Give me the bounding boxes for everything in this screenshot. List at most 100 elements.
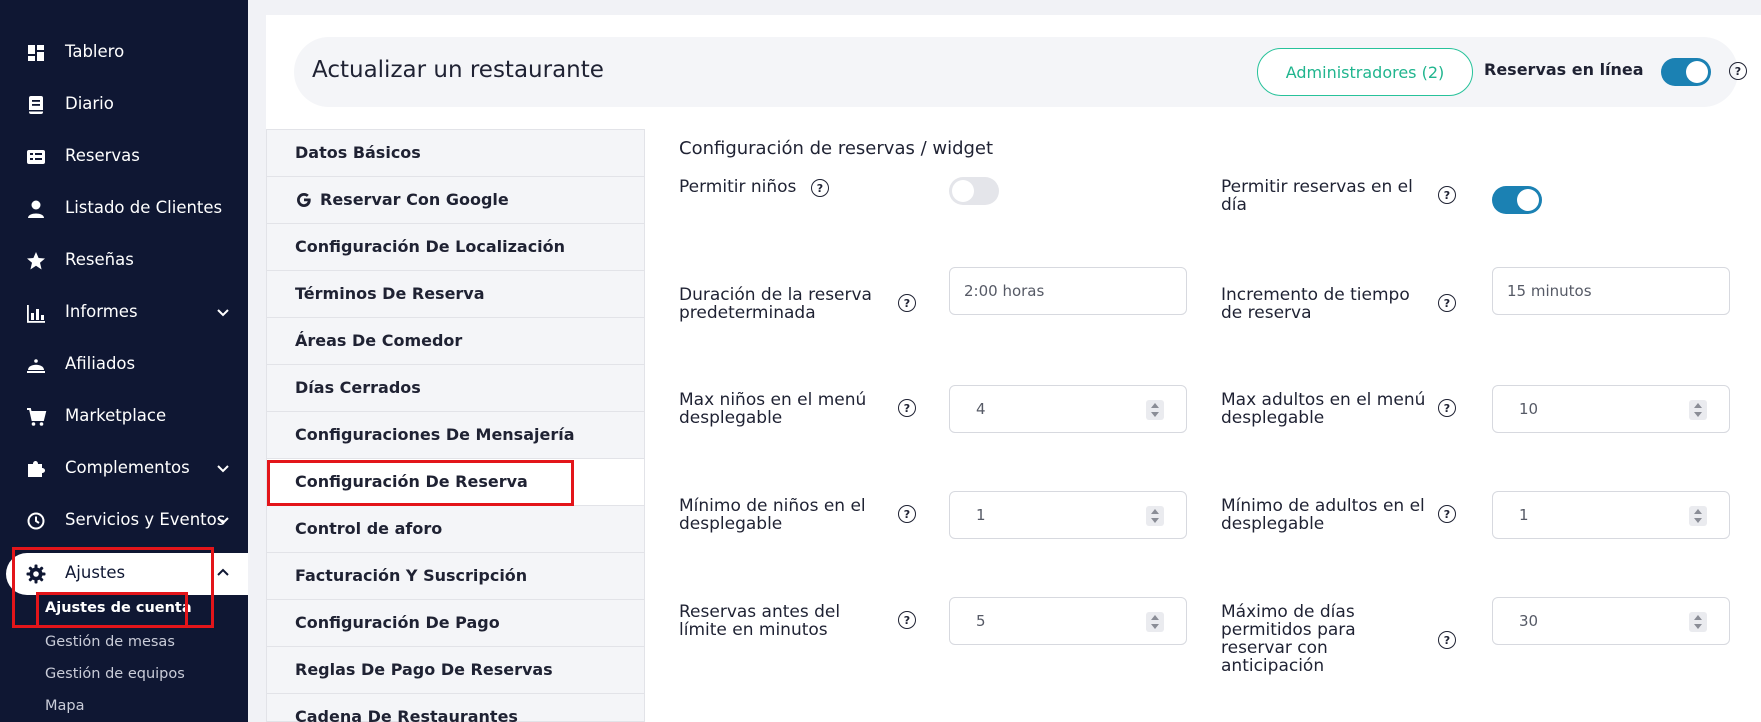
menu-item-terminos-de-reserva[interactable]: Términos De Reserva xyxy=(267,271,644,318)
stepper-icon[interactable] xyxy=(1146,400,1164,420)
dashboard-icon xyxy=(28,45,44,61)
menu-item-control-de-aforo[interactable]: Control de aforo xyxy=(267,506,644,553)
default-duration-input[interactable]: 2:00 horas xyxy=(949,267,1187,315)
menu-item-configuraciones-mensajeria[interactable]: Configuraciones De Mensajería xyxy=(267,412,644,459)
reservations-before-limit-label: Reservas antes del límite en minutos xyxy=(679,602,841,640)
min-children-label: Mínimo de niños en el desplegable xyxy=(679,496,866,534)
default-duration-label: Duración de la reserva predeterminada xyxy=(679,285,872,323)
menu-item-datos-basicos[interactable]: Datos Básicos xyxy=(267,130,644,177)
sidebar-item-servicios[interactable]: Servicios y Eventos xyxy=(0,500,248,540)
sidebar-item-informes[interactable]: Informes xyxy=(0,292,248,332)
sidebar-item-label: Diario xyxy=(65,94,114,113)
sidebar-item-label: Afiliados xyxy=(65,354,136,373)
time-increment-label: Incremento de tiempo de reserva xyxy=(1221,285,1410,323)
help-icon[interactable]: ? xyxy=(1438,505,1456,523)
allow-children-toggle[interactable] xyxy=(949,177,999,205)
sidebar-item-tablero[interactable]: Tablero xyxy=(0,32,248,72)
help-icon[interactable]: ? xyxy=(1438,186,1456,204)
user-icon xyxy=(28,200,44,218)
help-icon[interactable]: ? xyxy=(898,505,916,523)
clock-icon xyxy=(27,512,45,530)
sidebar-item-label: Reseñas xyxy=(65,250,134,269)
chevron-down-icon[interactable] xyxy=(215,304,231,320)
menu-item-configuracion-localizacion[interactable]: Configuración De Localización xyxy=(267,224,644,271)
sidebar-item-reservas[interactable]: Reservas xyxy=(0,136,248,176)
sidebar-item-diario[interactable]: Diario xyxy=(0,84,248,124)
menu-item-reglas-de-pago[interactable]: Reglas De Pago De Reservas xyxy=(267,647,644,694)
help-icon[interactable]: ? xyxy=(1438,294,1456,312)
sidebar-item-complementos[interactable]: Complementos xyxy=(0,448,248,488)
online-reservations-toggle[interactable] xyxy=(1661,58,1711,86)
sidebar-item-label: Listado de Clientes xyxy=(65,198,223,217)
min-adults-label: Mínimo de adultos en el desplegable xyxy=(1221,496,1425,534)
sidebar-item-ajustes[interactable]: Ajustes xyxy=(6,553,248,595)
help-icon[interactable]: ? xyxy=(1729,62,1747,80)
allow-children-label: Permitir niños xyxy=(679,177,797,197)
help-icon[interactable]: ? xyxy=(1438,631,1456,649)
sidebar-item-label: Servicios y Eventos xyxy=(65,510,226,529)
max-children-label: Max niños en el menú desplegable xyxy=(679,390,867,428)
help-icon[interactable]: ? xyxy=(898,611,916,629)
book-icon xyxy=(29,96,43,114)
stepper-icon[interactable] xyxy=(1146,506,1164,526)
cart-icon xyxy=(27,408,47,426)
chevron-up-icon[interactable] xyxy=(215,565,231,581)
sidebar-item-label: Complementos xyxy=(65,458,190,477)
help-icon[interactable]: ? xyxy=(898,294,916,312)
menu-item-configuracion-de-pago[interactable]: Configuración De Pago xyxy=(267,600,644,647)
max-children-input[interactable]: 4 xyxy=(949,385,1187,433)
reservations-icon xyxy=(27,150,45,164)
menu-item-configuracion-de-reserva[interactable]: Configuración De Reserva xyxy=(267,459,644,506)
bell-icon xyxy=(27,359,45,373)
subitem-gestion-de-mesas[interactable]: Gestión de mesas xyxy=(45,634,175,650)
chevron-down-icon[interactable] xyxy=(215,460,231,476)
max-days-advance-label: Máximo de días permitidos para reservar … xyxy=(1221,602,1356,676)
help-icon[interactable]: ? xyxy=(1438,399,1456,417)
sidebar-item-clientes[interactable]: Listado de Clientes xyxy=(0,188,248,228)
sidebar-item-afiliados[interactable]: Afiliados xyxy=(0,344,248,384)
stepper-icon[interactable] xyxy=(1146,612,1164,632)
main-panel: Actualizar un restaurante Administradore… xyxy=(266,15,1761,722)
sidebar-item-label: Ajustes xyxy=(65,563,126,582)
help-icon[interactable]: ? xyxy=(898,399,916,417)
min-children-input[interactable]: 1 xyxy=(949,491,1187,539)
menu-item-areas-de-comedor[interactable]: Áreas De Comedor xyxy=(267,318,644,365)
sidebar-item-resenas[interactable]: Reseñas xyxy=(0,240,248,280)
help-icon[interactable]: ? xyxy=(811,179,829,197)
section-title: Configuración de reservas / widget xyxy=(679,138,994,159)
menu-item-dias-cerrados[interactable]: Días Cerrados xyxy=(267,365,644,412)
subitem-ajustes-de-cuenta[interactable]: Ajustes de cuenta xyxy=(45,600,192,616)
sidebar-item-label: Reservas xyxy=(65,146,140,165)
stepper-icon[interactable] xyxy=(1689,612,1707,632)
sidebar-item-label: Informes xyxy=(65,302,138,321)
sidebar-item-marketplace[interactable]: Marketplace xyxy=(0,396,248,436)
chart-icon xyxy=(27,305,45,323)
gear-icon xyxy=(26,564,46,584)
star-icon xyxy=(27,252,45,270)
allow-same-day-toggle[interactable] xyxy=(1492,186,1542,214)
max-days-advance-input[interactable]: 30 xyxy=(1492,597,1730,645)
online-reservations-label: Reservas en línea xyxy=(1484,60,1644,79)
sidebar: Tablero Diario Reservas Listado de Clien… xyxy=(0,0,248,722)
max-adults-label: Max adultos en el menú desplegable xyxy=(1221,390,1426,428)
puzzle-icon xyxy=(28,461,45,477)
reservations-before-limit-input[interactable]: 5 xyxy=(949,597,1187,645)
administradores-button[interactable]: Administradores (2) xyxy=(1257,48,1473,96)
stepper-icon[interactable] xyxy=(1689,506,1707,526)
max-adults-input[interactable]: 10 xyxy=(1492,385,1730,433)
page-title: Actualizar un restaurante xyxy=(312,57,604,83)
allow-same-day-label: Permitir reservas en el día xyxy=(1221,177,1413,215)
menu-item-cadena-de-restaurantes[interactable]: Cadena De Restaurantes xyxy=(267,694,644,722)
menu-item-reservar-con-google[interactable]: Reservar Con Google xyxy=(267,177,644,224)
menu-item-facturacion-suscripcion[interactable]: Facturación Y Suscripción xyxy=(267,553,644,600)
subitem-gestion-de-equipos[interactable]: Gestión de equipos xyxy=(45,666,185,682)
page-header: Actualizar un restaurante Administradore… xyxy=(294,37,1747,107)
sidebar-item-label: Tablero xyxy=(65,42,125,61)
sidebar-item-label: Marketplace xyxy=(65,406,167,425)
min-adults-input[interactable]: 1 xyxy=(1492,491,1730,539)
settings-menu: Datos Básicos Reservar Con Google Config… xyxy=(266,129,645,722)
time-increment-input[interactable]: 15 minutos xyxy=(1492,267,1730,315)
stepper-icon[interactable] xyxy=(1689,400,1707,420)
chevron-down-icon[interactable] xyxy=(215,512,231,528)
subitem-mapa[interactable]: Mapa xyxy=(45,698,85,714)
